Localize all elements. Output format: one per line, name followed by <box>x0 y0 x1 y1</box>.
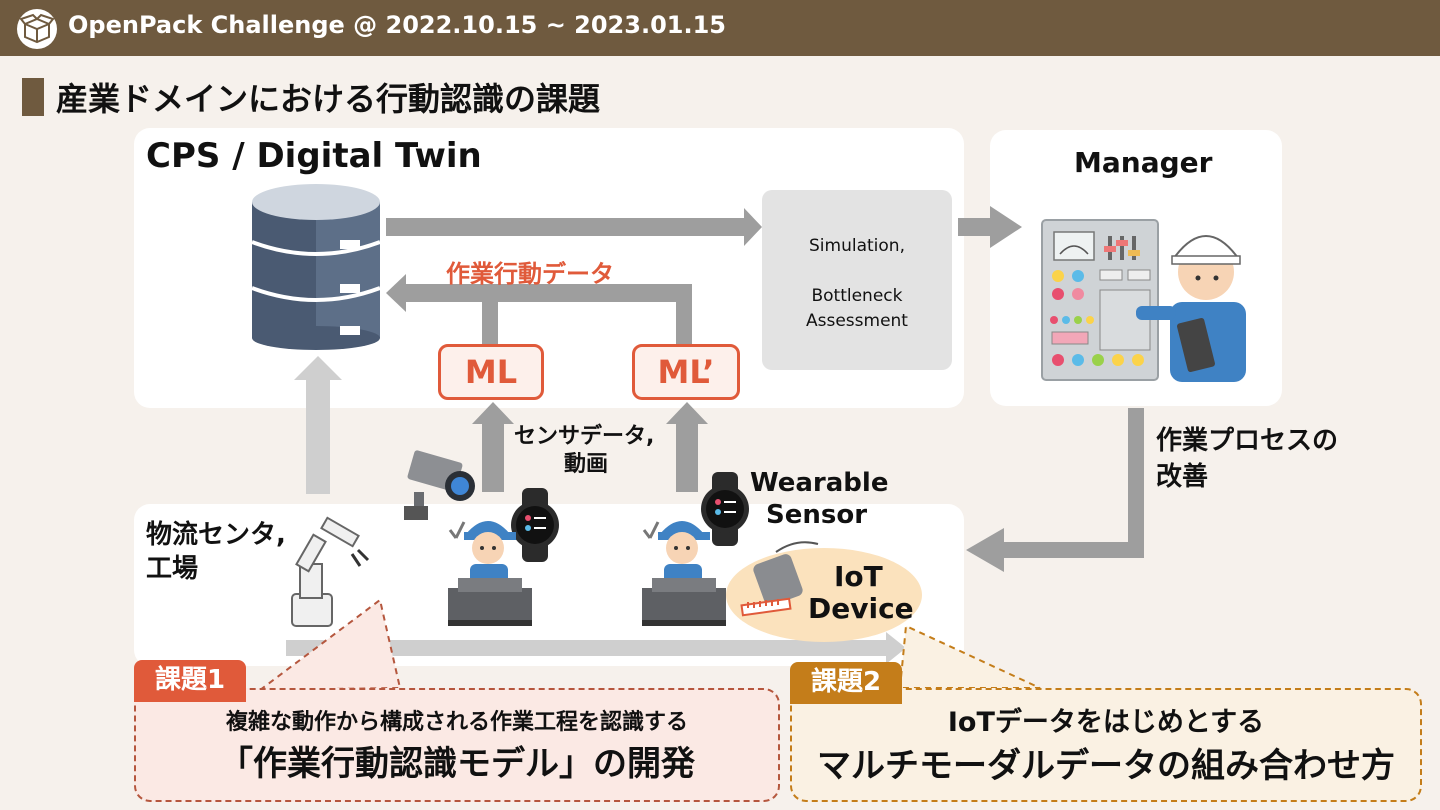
issue2-line1: IoTデータをはじめとする <box>947 707 1265 738</box>
issue2-line2: マルチモーダルデータの組み合わせ方 <box>817 746 1395 786</box>
issue2-badge: 課題2 <box>790 662 902 704</box>
issue1-pointer-join <box>262 690 398 694</box>
issue1-line2: 「作業行動認識モデル」の開発 <box>219 744 695 784</box>
issue1-line1: 複雑な動作から構成される作業工程を認識する <box>225 710 688 735</box>
issue2-pointer-join <box>902 690 1038 694</box>
issue1-badge: 課題1 <box>134 660 246 702</box>
